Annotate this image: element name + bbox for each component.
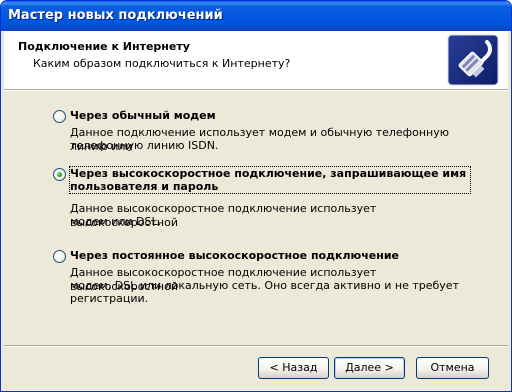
- header-subtitle: Каким образом подключиться к Интернету?: [33, 57, 291, 70]
- option-dialup-desc-line2: телефонную линию ISDN.: [70, 139, 219, 152]
- option-always-on-desc-line3: регистрации.: [70, 292, 149, 305]
- option-broadband-login-label[interactable]: Через высокоскоростное подключение, запр…: [69, 166, 471, 194]
- radio-dialup-modem[interactable]: [53, 110, 66, 123]
- radio-always-on[interactable]: [53, 250, 66, 263]
- back-button[interactable]: < Назад: [258, 357, 329, 379]
- option-dialup-label[interactable]: Через обычный модем: [70, 109, 470, 122]
- window-title: Мастер новых подключений: [8, 8, 223, 23]
- network-cable-icon: [447, 34, 499, 86]
- footer-divider: [4, 345, 508, 347]
- option-broadband-label-line1: Через высокоскоростное подключение, запр…: [70, 167, 467, 180]
- option-broadband-label-line2: пользователя и пароль: [70, 180, 219, 193]
- option-always-on-label[interactable]: Через постоянное высокоскоростное подклю…: [70, 249, 470, 262]
- header-title: Подключение к Интернету: [18, 40, 190, 53]
- radio-broadband-login[interactable]: [53, 168, 66, 181]
- wizard-header: Подключение к Интернету Каким образом по…: [4, 31, 508, 89]
- wizard-window: Мастер новых подключений Подключение к И…: [0, 0, 512, 392]
- next-button[interactable]: Далее >: [334, 357, 405, 379]
- cancel-button[interactable]: Отмена: [416, 357, 489, 379]
- header-divider: [4, 89, 508, 91]
- title-bar[interactable]: Мастер новых подключений: [1, 1, 511, 31]
- radio-selected-dot: [57, 172, 62, 177]
- option-broadband-desc-line2: модем или DSL.: [70, 215, 162, 228]
- option-always-on-desc-line2: модем, DSL или локальную сеть. Оно всегд…: [70, 279, 459, 292]
